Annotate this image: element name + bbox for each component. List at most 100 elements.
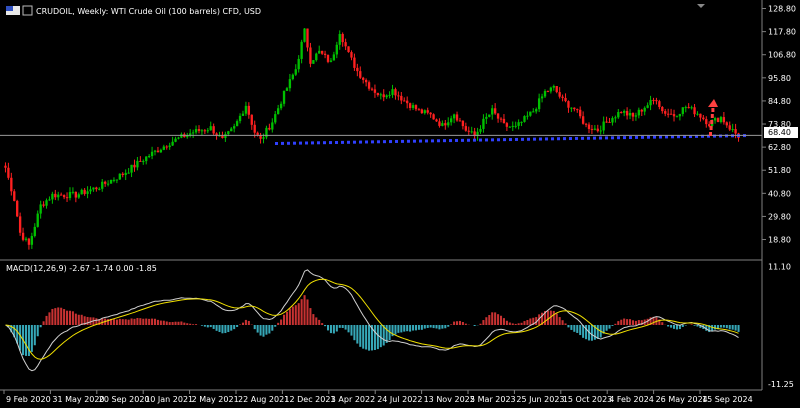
candle-body (713, 118, 717, 121)
price-tick-label: 62.80 (768, 143, 791, 152)
candle-body (89, 189, 92, 192)
candle-body (373, 89, 377, 93)
candle-body (675, 116, 679, 118)
price-pane[interactable]: CRUDOIL, Weekly: WTI Crude Oil (100 barr… (0, 4, 762, 250)
support-dot (431, 139, 434, 143)
candle-body (502, 118, 506, 124)
candle-body (200, 130, 204, 132)
candle-body (320, 50, 324, 54)
candle-body (127, 172, 130, 174)
time-tick-label: 15 Oct 2023 (563, 395, 612, 404)
time-tick-label: 26 May 2024 (656, 395, 708, 404)
candle-body (455, 114, 459, 121)
candle-body (24, 238, 28, 240)
candle-body (537, 98, 541, 110)
candle-body (227, 131, 230, 135)
candle-body (614, 117, 617, 119)
candle-body (482, 118, 485, 129)
macd-tick-label: -11.25 (768, 380, 794, 389)
support-dot (305, 141, 308, 145)
support-dot (587, 136, 590, 140)
price-tick-label: 128.80 (768, 5, 796, 14)
support-dot (347, 140, 350, 144)
candle-body (362, 77, 365, 80)
scroll-marker-icon[interactable] (697, 4, 705, 8)
candle-body (98, 188, 101, 190)
candle-body (95, 187, 98, 190)
candle-body (590, 128, 594, 130)
candle-body (147, 156, 151, 158)
candle-body (80, 189, 83, 195)
candle-body (174, 138, 177, 142)
candle-body (649, 99, 652, 106)
candle-body (579, 109, 582, 117)
support-dot (653, 135, 656, 139)
candle-body (666, 113, 670, 115)
support-dot (569, 137, 572, 141)
candle-body (485, 116, 488, 119)
support-dot (557, 137, 560, 141)
candle-body (426, 110, 429, 113)
candle-body (470, 131, 473, 133)
candle-body (279, 103, 283, 109)
support-dot (287, 141, 290, 145)
support-dot (377, 140, 380, 144)
macd-pane[interactable]: MACD(12,26,9) -2.67 -1.74 0.00 -1.85 (5, 264, 740, 372)
candle-body (540, 96, 544, 99)
candle-body (464, 126, 468, 131)
candle-body (496, 113, 500, 119)
candle-body (435, 119, 438, 122)
support-dot (617, 136, 620, 140)
candle-body (631, 112, 635, 117)
candle-body (611, 118, 614, 123)
chart-title: CRUDOIL, Weekly: WTI Crude Oil (100 barr… (36, 7, 261, 16)
candle-body (315, 53, 318, 61)
support-dot (461, 138, 464, 142)
candle-body (625, 110, 629, 116)
trading-chart[interactable]: CRUDOIL, Weekly: WTI Crude Oil (100 barr… (0, 0, 800, 408)
candle-body (359, 71, 362, 78)
candle-body (353, 57, 356, 68)
support-dot (299, 141, 302, 145)
support-dot (353, 140, 356, 144)
macd-histogram (7, 295, 740, 356)
support-dot (341, 140, 344, 144)
candle-body (247, 105, 251, 115)
candle-body (30, 236, 34, 245)
candle-body (276, 108, 280, 115)
candle-body (323, 53, 327, 55)
current-price-label: 68.40 (768, 128, 791, 137)
candle-body (33, 226, 36, 237)
time-tick-label: 20 Sep 2020 (99, 395, 150, 404)
candle-body (505, 123, 509, 127)
candle-body (385, 95, 388, 98)
candle-body (145, 156, 148, 162)
time-tick-label: 13 Nov 2022 (424, 395, 475, 404)
support-dot (365, 140, 368, 144)
candle-body (165, 146, 168, 148)
arrow-dash (709, 132, 712, 136)
candle-body (731, 129, 734, 131)
time-axis[interactable]: 9 Feb 2020 31 May 202020 Sep 202010 Jan 2… (0, 389, 762, 404)
time-tick-label: 3 Apr 2022 (331, 395, 375, 404)
candle-body (517, 122, 520, 126)
candle-body (467, 130, 470, 132)
time-tick-label: 4 Feb 2024 (609, 395, 654, 404)
candle-body (326, 54, 330, 62)
price-axis[interactable]: 128.80117.80106.8095.8084.8073.8062.8051… (761, 0, 798, 390)
candle-body (581, 116, 585, 124)
candle-body (7, 167, 10, 178)
support-dot (335, 140, 338, 144)
support-dot (647, 135, 650, 139)
candle-body (488, 114, 491, 117)
candle-body (206, 130, 209, 132)
candle-body (344, 42, 347, 47)
candle-body (309, 47, 312, 64)
support-dot (629, 136, 632, 140)
candle-body (561, 96, 564, 98)
candle-body (535, 109, 538, 112)
support-dot (635, 135, 638, 139)
candle-body (599, 130, 602, 132)
candle-body (332, 54, 336, 61)
support-dot (725, 134, 728, 138)
